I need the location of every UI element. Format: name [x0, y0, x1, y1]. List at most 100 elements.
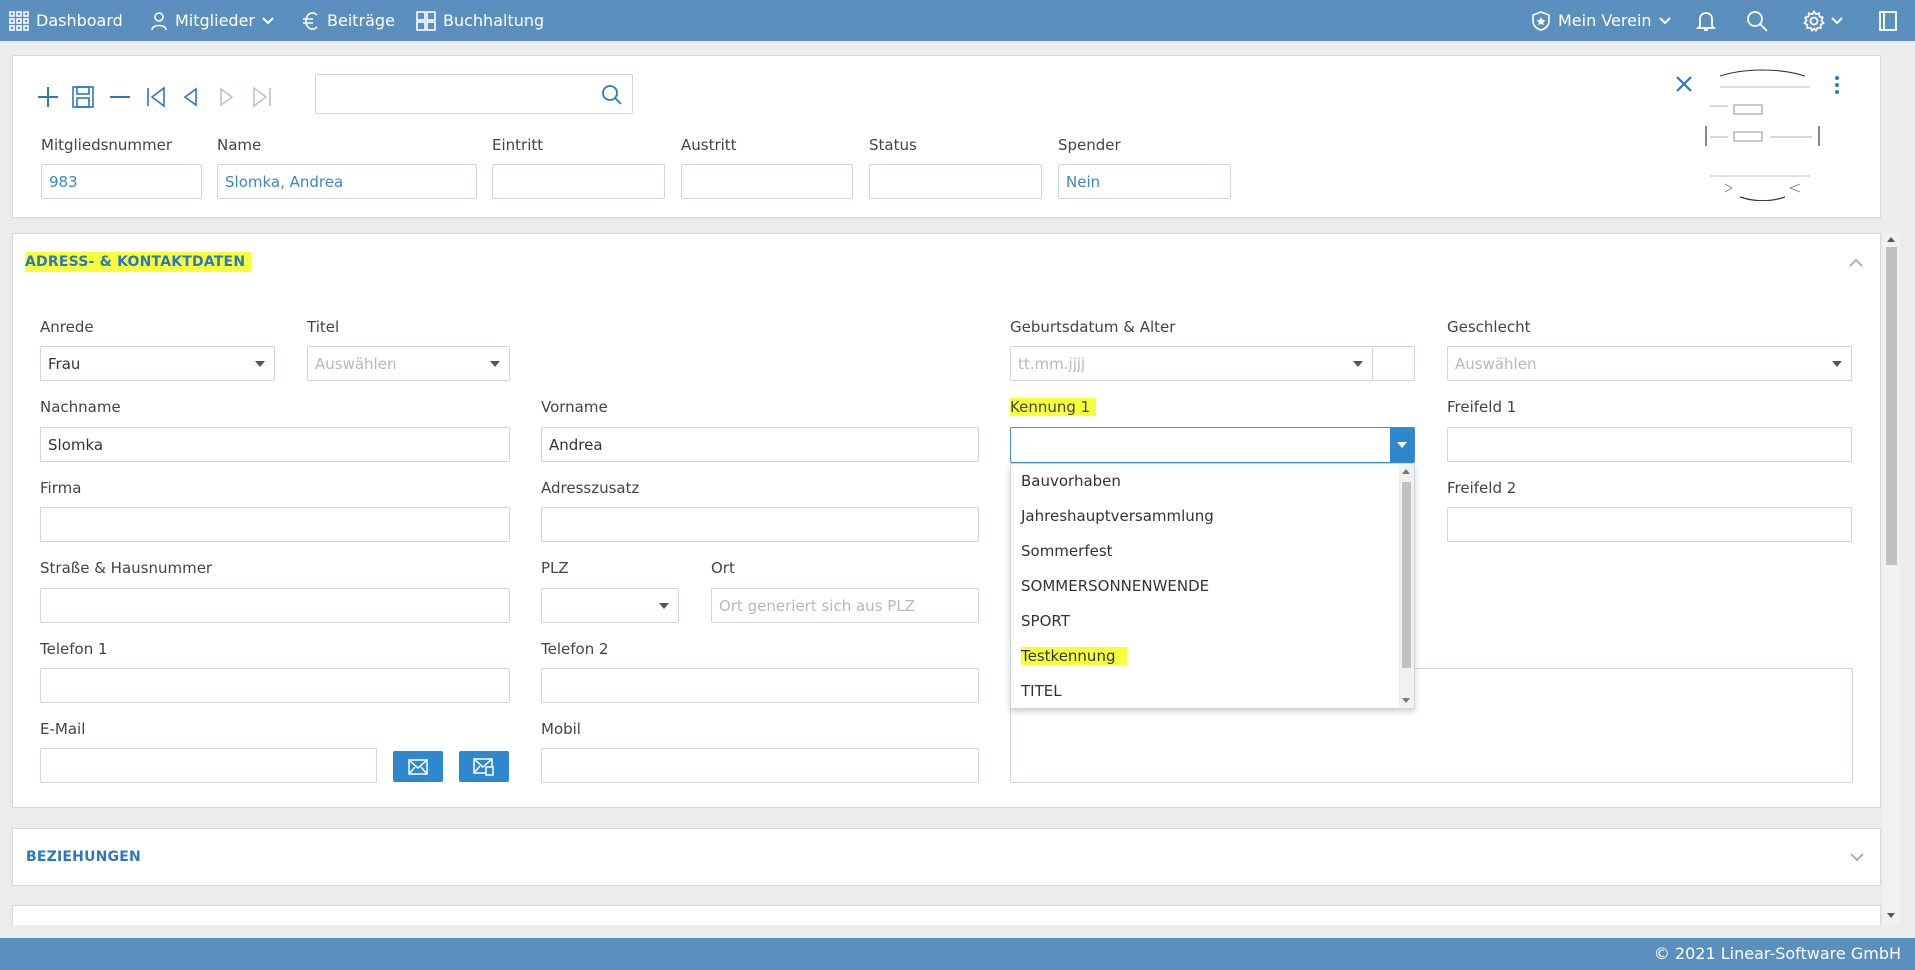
previous-record-button[interactable]	[176, 82, 206, 112]
caret-down-icon	[659, 603, 669, 609]
titel-select[interactable]: Auswählen	[307, 346, 510, 381]
delete-button[interactable]	[105, 82, 135, 112]
plz-select[interactable]	[541, 588, 679, 623]
dropdown-option[interactable]: Bauvorhaben	[1021, 472, 1121, 490]
nav-buchhaltung-label: Buchhaltung	[443, 11, 545, 30]
next-section-partial	[12, 905, 1881, 925]
geburtsdatum-placeholder: tt.mm.jjjj	[1018, 354, 1086, 373]
bell-icon	[1696, 11, 1716, 31]
expand-relations-button[interactable]	[1849, 849, 1865, 865]
form-preview-thumbnail	[1705, 69, 1820, 201]
save-icon	[72, 86, 94, 108]
freifeld1-field[interactable]	[1447, 427, 1852, 462]
scroll-up-arrow-icon	[1887, 237, 1895, 242]
plz-label: PLZ	[541, 559, 569, 577]
add-button[interactable]	[33, 82, 63, 112]
collapse-address-button[interactable]	[1848, 255, 1864, 271]
freifeld2-label: Freifeld 2	[1447, 479, 1517, 497]
shield-star-icon	[1532, 10, 1550, 31]
address-section-header[interactable]: ADRESS- & KONTAKTDATEN	[25, 252, 252, 272]
send-email-button[interactable]	[393, 751, 443, 782]
geschlecht-select[interactable]: Auswählen	[1447, 346, 1852, 381]
next-record-button[interactable]	[211, 82, 241, 112]
geschlecht-placeholder: Auswählen	[1455, 354, 1537, 373]
more-options-button[interactable]	[1832, 74, 1842, 96]
footer-bar: © 2021 Linear-Software GmbH	[0, 938, 1915, 970]
global-search-button[interactable]	[1746, 0, 1768, 41]
relations-section[interactable]: BEZIEHUNGEN	[12, 828, 1881, 886]
austritt-field[interactable]	[681, 164, 853, 199]
alter-field	[1372, 346, 1415, 381]
search-submit-button[interactable]	[598, 81, 626, 109]
firma-field[interactable]	[40, 507, 510, 542]
send-email-attachment-button[interactable]	[459, 751, 509, 782]
adresszusatz-field[interactable]	[541, 507, 979, 542]
adresszusatz-label: Adresszusatz	[541, 479, 640, 497]
chevron-down-icon	[1658, 16, 1671, 24]
geburtsdatum-field[interactable]: tt.mm.jjjj	[1010, 346, 1373, 381]
kennung1-combobox[interactable]	[1010, 427, 1415, 463]
ort-field[interactable]: Ort generiert sich aus PLZ	[711, 588, 979, 623]
notifications-button[interactable]	[1696, 0, 1716, 41]
status-field[interactable]	[869, 164, 1042, 199]
dropdown-option[interactable]: SPORT	[1021, 612, 1070, 630]
record-search-input[interactable]	[326, 81, 591, 107]
dropdown-scroll-thumb[interactable]	[1402, 482, 1411, 668]
user-icon	[151, 11, 167, 30]
gear-icon	[1803, 9, 1825, 32]
page-scroll-thumb[interactable]	[1886, 247, 1897, 565]
freifeld1-label: Freifeld 1	[1447, 398, 1517, 416]
freifeld2-field[interactable]	[1447, 507, 1852, 542]
dropdown-scrollbar[interactable]	[1399, 464, 1414, 708]
dropdown-option-highlighted[interactable]: Testkennung	[1021, 647, 1128, 665]
vorname-field[interactable]: Andrea	[541, 427, 979, 462]
ort-placeholder: Ort generiert sich aus PLZ	[719, 596, 915, 615]
austritt-label: Austritt	[681, 136, 737, 154]
name-field[interactable]: Slomka, Andrea	[217, 164, 477, 199]
spender-field[interactable]: Nein	[1058, 164, 1231, 199]
telefon1-field[interactable]	[40, 668, 510, 703]
sidebar-toggle-button[interactable]	[1879, 0, 1897, 41]
dropdown-option[interactable]: Jahreshauptversammlung	[1021, 507, 1214, 525]
envelope-icon	[408, 758, 428, 775]
nav-mitglieder[interactable]: Mitglieder	[150, 0, 274, 41]
envelope-document-icon	[473, 757, 494, 776]
copyright-text: © 2021 Linear-Software GmbH	[1653, 944, 1901, 963]
nav-beitraege[interactable]: Beiträge	[302, 0, 395, 41]
mobil-field[interactable]	[541, 748, 979, 783]
dropdown-option[interactable]: TITEL	[1021, 682, 1062, 700]
scroll-down-arrow-icon	[1402, 698, 1410, 703]
mobil-label: Mobil	[541, 720, 581, 738]
nav-dashboard[interactable]: Dashboard	[9, 0, 123, 41]
eintritt-field[interactable]	[492, 164, 665, 199]
last-record-button[interactable]	[247, 82, 277, 112]
first-record-button[interactable]	[141, 82, 171, 112]
strasse-field[interactable]	[40, 588, 510, 623]
nav-mein-verein-label: Mein Verein	[1558, 11, 1652, 30]
dropdown-option[interactable]: Sommerfest	[1021, 542, 1113, 560]
dropdown-option[interactable]: SOMMERSONNENWENDE	[1021, 577, 1209, 595]
nav-buchhaltung[interactable]: Buchhaltung	[416, 0, 544, 41]
kennung1-dropdown-toggle[interactable]	[1390, 428, 1414, 462]
settings-menu[interactable]	[1803, 0, 1843, 41]
kennung1-label-text: Kennung 1	[1010, 398, 1097, 416]
nachname-field[interactable]: Slomka	[40, 427, 510, 462]
kebab-dot	[1835, 90, 1839, 94]
telefon2-field[interactable]	[541, 668, 979, 703]
email-label: E-Mail	[40, 720, 86, 738]
chevron-down-icon	[262, 16, 274, 24]
search-icon	[602, 85, 622, 105]
vorname-label: Vorname	[541, 398, 608, 416]
name-label: Name	[217, 136, 262, 154]
minus-icon	[110, 96, 130, 98]
anrede-value: Frau	[48, 354, 81, 373]
save-button[interactable]	[68, 82, 98, 112]
telefon2-label: Telefon 2	[541, 640, 609, 658]
chevron-down-icon	[1831, 16, 1843, 24]
caret-down-icon	[1353, 361, 1363, 367]
page-scrollbar[interactable]	[1883, 233, 1900, 925]
anrede-select[interactable]: Frau	[40, 346, 275, 381]
email-field[interactable]	[40, 748, 377, 783]
mitgliedsnummer-field[interactable]: 983	[41, 164, 202, 199]
nav-mein-verein[interactable]: Mein Verein	[1531, 0, 1671, 41]
